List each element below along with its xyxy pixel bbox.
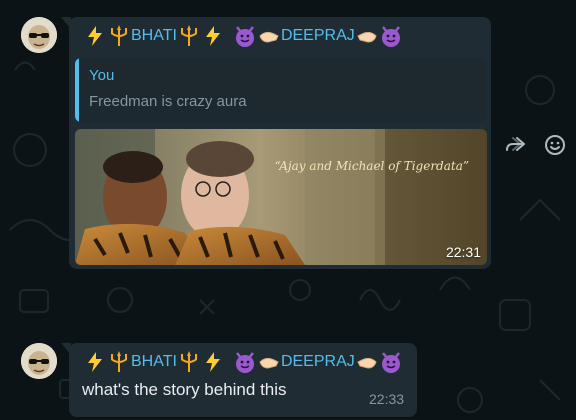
- message-timestamp: 22:33: [369, 391, 405, 407]
- image-attachment[interactable]: “Ajay and Michael of Tigerdata” 22:31: [75, 129, 487, 265]
- devil-icon: [233, 24, 257, 48]
- quoted-message[interactable]: You Freedman is crazy aura: [75, 58, 486, 122]
- avatar[interactable]: [21, 343, 57, 379]
- lightning-icon: [201, 24, 225, 48]
- lightning-icon: [83, 350, 107, 374]
- lightning-icon: [83, 24, 107, 48]
- avatar[interactable]: [21, 17, 57, 53]
- photo-caption: “Ajay and Michael of Tigerdata”: [274, 159, 469, 173]
- photo-image: [75, 129, 487, 265]
- trident-icon: [177, 24, 201, 48]
- emoji-react-icon[interactable]: [543, 133, 567, 157]
- lightning-icon: [201, 350, 225, 374]
- message-text: what's the story behind this: [82, 380, 287, 399]
- forward-icon[interactable]: [503, 133, 527, 157]
- trident-icon: [107, 350, 131, 374]
- trident-icon: [107, 24, 131, 48]
- sender-name-part1: BHATI: [131, 353, 177, 370]
- photo-timestamp: 22:31: [445, 244, 481, 260]
- quote-author: You: [89, 67, 115, 84]
- devil-icon: [233, 350, 257, 374]
- sender-name[interactable]: BHATI DEEPRAJ: [83, 24, 403, 48]
- quote-text: Freedman is crazy aura: [89, 93, 247, 110]
- sender-name[interactable]: BHATI DEEPRAJ: [83, 350, 403, 374]
- trident-icon: [177, 350, 201, 374]
- handshake-right-icon: [355, 24, 379, 48]
- sender-name-part1: BHATI: [131, 27, 177, 44]
- handshake-right-icon: [355, 350, 379, 374]
- devil-icon: [379, 350, 403, 374]
- handshake-left-icon: [257, 350, 281, 374]
- devil-icon: [379, 24, 403, 48]
- sender-name-part2: DEEPRAJ: [280, 27, 355, 44]
- quote-accent-bar: [75, 58, 79, 122]
- sender-name-part2: DEEPRAJ: [280, 353, 355, 370]
- handshake-left-icon: [257, 24, 281, 48]
